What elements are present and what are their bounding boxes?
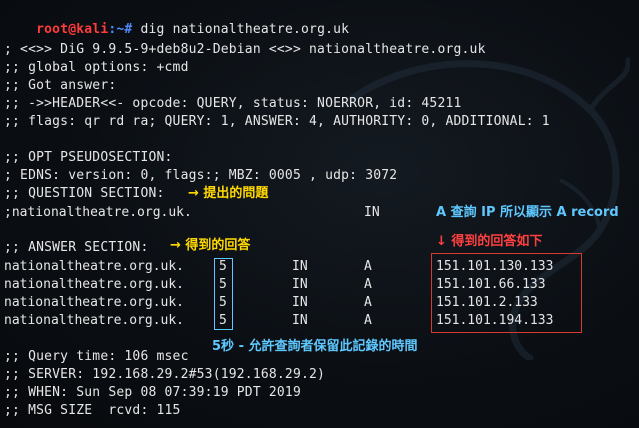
- answer-annotation: → 得到的回答: [170, 238, 251, 253]
- when-line: ;; WHEN: Sun Sep 08 07:39:19 PDT 2019: [4, 385, 301, 400]
- ttl-annotation: 5秒 - 允許查詢者保留此記錄的時間: [212, 339, 418, 354]
- question-record-annotation: A 查詢 IP 所以顯示 A record: [436, 205, 619, 220]
- msg-size-line: ;; MSG SIZE rcvd: 115: [4, 403, 181, 418]
- header-line: ;; ->>HEADER<<- opcode: QUERY, status: N…: [4, 96, 462, 111]
- answer-section-line: ;; ANSWER SECTION:: [4, 240, 149, 255]
- question-section-line: ;; QUESTION SECTION:: [4, 186, 165, 201]
- got-answer-line: ;; Got answer:: [4, 78, 117, 93]
- global-options-line: ;; global options: +cmd: [4, 60, 189, 75]
- server-line: ;; SERVER: 192.168.29.2#53(192.168.29.2): [4, 367, 326, 382]
- query-time-line: ;; Query time: 106 msec: [4, 349, 189, 364]
- answer-class: IN: [292, 259, 308, 274]
- answer-type: A: [364, 313, 372, 328]
- question-class: IN: [364, 205, 380, 220]
- answer-type: A: [364, 259, 372, 274]
- question-name: ;nationaltheatre.org.uk.: [4, 205, 192, 220]
- ip-highlight-box: [431, 253, 582, 333]
- edns-line: ; EDNS: version: 0, flags:; MBZ: 0005 , …: [4, 168, 398, 183]
- flags-line: ;; flags: qr rd ra; QUERY: 1, ANSWER: 4,…: [4, 114, 550, 129]
- answer-class: IN: [292, 313, 308, 328]
- answer-class: IN: [292, 277, 308, 292]
- prompt-path: :~#: [108, 22, 133, 37]
- answer-name: nationaltheatre.org.uk.: [4, 313, 185, 328]
- answer-name: nationaltheatre.org.uk.: [4, 277, 185, 292]
- answer-name: nationaltheatre.org.uk.: [4, 259, 185, 274]
- opt-pseudosection-line: ;; OPT PSEUDOSECTION:: [4, 150, 173, 165]
- answer-type: A: [364, 295, 372, 310]
- answer-type: A: [364, 277, 372, 292]
- ttl-highlight-box: [214, 258, 233, 330]
- dig-version-line: ; <<>> DiG 9.9.5-9+deb8u2-Debian <<>> na…: [4, 42, 486, 57]
- answer-name: nationaltheatre.org.uk.: [4, 295, 185, 310]
- prompt-user: root@kali: [36, 22, 109, 37]
- command-text: dig nationaltheatre.org.uk: [132, 22, 350, 37]
- terminal-window[interactable]: root@kali:~# dig nationaltheatre.org.uk …: [0, 0, 639, 428]
- question-annotation: → 提出的問題: [188, 186, 269, 201]
- answer-class: IN: [292, 295, 308, 310]
- answer-detail-annotation: ↓ 得到的回答如下: [436, 234, 543, 249]
